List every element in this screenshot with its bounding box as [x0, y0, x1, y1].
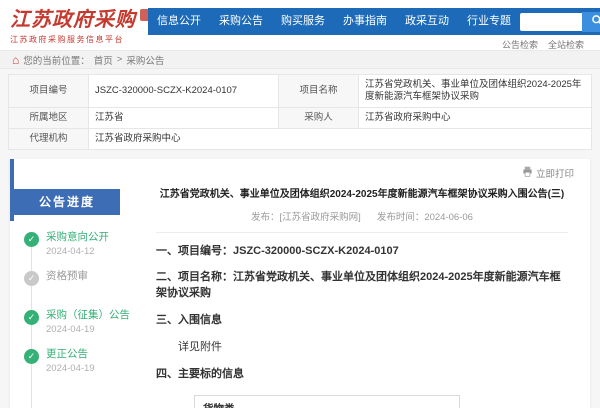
main-navigation: 信息公开 采购公告 购买服务 办事指南 政采互动 行业专题: [148, 8, 600, 35]
breadcrumb: ⌂ 您的当前位置： 首页 > 采购公告: [0, 50, 600, 69]
announcement-body: 江苏省党政机关、事业单位及团体组织2024-2025年度新能源汽车框架协议采购入…: [138, 159, 590, 408]
project-info-table: 项目编号 JSZC-320000-SCZX-K2024-0107 项目名称 江苏…: [8, 74, 592, 150]
announcement-search-link[interactable]: 公告检索: [502, 38, 538, 51]
paragraph-shortlist-info: 三、入围信息: [156, 313, 568, 329]
progress-step-date: 2024-04-19: [46, 363, 138, 374]
paragraph-see-attachment: 详见附件: [156, 340, 568, 356]
site-logo[interactable]: 江苏政府采购 江苏政府采购服务信息平台: [10, 3, 152, 45]
value-project-number: JSZC-320000-SCZX-K2024-0107: [89, 75, 279, 108]
paragraph-project-number: 一、项目编号：JSZC-320000-SCZX-K2024-0107: [156, 244, 568, 260]
nav-item-purchase-services[interactable]: 购买服务: [272, 8, 334, 35]
breadcrumb-current: 采购公告: [126, 53, 164, 67]
progress-step-date: 2024-04-19: [46, 324, 138, 335]
table-row: 所属地区 江苏省 采购人 江苏省政府采购中心: [9, 107, 592, 128]
announcement-card: 立即打印 公告进度 ✓ 采购意向公开 2024-04-12 ✓ 资格预审 ✓ 采…: [10, 159, 590, 408]
search-button[interactable]: [582, 12, 600, 32]
progress-step-label: 采购（征集）公告: [46, 309, 138, 323]
table-row: 项目编号 JSZC-320000-SCZX-K2024-0107 项目名称 江苏…: [9, 75, 592, 108]
check-icon: ✓: [24, 271, 39, 286]
nav-item-service-guide[interactable]: 办事指南: [334, 8, 396, 35]
paragraph-main-subject-info: 四、主要标的信息: [156, 367, 568, 383]
nav-item-procurement-announcements[interactable]: 采购公告: [210, 8, 272, 35]
value-region: 江苏省: [89, 107, 279, 128]
label-project-number: 项目编号: [9, 75, 89, 108]
progress-step-date: 2024-04-12: [46, 246, 138, 257]
progress-step-procurement-announcement[interactable]: ✓ 采购（征集）公告 2024-04-19: [10, 309, 138, 336]
paragraph-project-name: 二、项目名称：江苏省党政机关、事业单位及团体组织2024-2025年度新能源汽车…: [156, 270, 568, 302]
label-purchaser: 采购人: [279, 107, 359, 128]
progress-list: ✓ 采购意向公开 2024-04-12 ✓ 资格预审 ✓ 采购（征集）公告 20…: [10, 231, 138, 375]
breadcrumb-home-link[interactable]: 首页: [94, 53, 113, 67]
table-row: 代理机构 江苏省政府采购中心: [9, 128, 592, 149]
progress-step-prequalification: ✓ 资格预审: [10, 270, 138, 297]
publisher: 发布：[江苏省政府采购网]: [251, 209, 361, 223]
announcement-progress-sidebar: 公告进度 ✓ 采购意向公开 2024-04-12 ✓ 资格预审 ✓ 采购（征集）…: [10, 159, 138, 408]
publish-time: 发布时间：2024-06-06: [377, 209, 473, 223]
progress-step-correction-announcement[interactable]: ✓ 更正公告 2024-04-19: [10, 348, 138, 375]
value-project-name: 江苏省党政机关、事业单位及团体组织2024-2025年度新能源汽车框架协议采购: [359, 75, 592, 108]
check-icon: ✓: [24, 232, 39, 247]
check-icon: ✓: [24, 349, 39, 364]
announcement-title: 江苏省党政机关、事业单位及团体组织2024-2025年度新能源汽车框架协议采购入…: [156, 185, 568, 200]
search-box: [520, 12, 600, 32]
check-icon: ✓: [24, 310, 39, 325]
nav-item-interaction[interactable]: 政采互动: [396, 8, 458, 35]
quick-search-links: 公告检索 全站检索: [502, 38, 584, 51]
progress-step-label: 采购意向公开: [46, 231, 138, 245]
goods-category-header: 货物类: [195, 396, 459, 408]
value-purchaser: 江苏省政府采购中心: [359, 107, 592, 128]
value-agency: 江苏省政府采购中心: [89, 128, 592, 149]
logo-title: 江苏政府采购: [10, 3, 136, 32]
home-icon: ⌂: [12, 54, 19, 66]
printer-icon: [522, 166, 533, 180]
label-project-name: 项目名称: [279, 75, 359, 108]
print-label: 立即打印: [536, 166, 574, 180]
site-search-link[interactable]: 全站检索: [548, 38, 584, 51]
breadcrumb-prefix: 您的当前位置：: [23, 53, 90, 67]
progress-title: 公告进度: [14, 189, 120, 215]
announcement-meta: 发布：[江苏省政府采购网] 发布时间：2024-06-06: [156, 209, 568, 233]
sidebar-accent-bar: [10, 159, 14, 221]
label-region: 所属地区: [9, 107, 89, 128]
nav-item-info-disclosure[interactable]: 信息公开: [148, 8, 210, 35]
search-icon: [591, 14, 600, 29]
top-header: 江苏政府采购 江苏政府采购服务信息平台 信息公开 采购公告 购买服务 办事指南 …: [0, 0, 600, 50]
logo-subtitle: 江苏政府采购服务信息平台: [10, 34, 152, 45]
progress-step-label: 更正公告: [46, 348, 138, 362]
label-agency: 代理机构: [9, 128, 89, 149]
nav-item-special-topics[interactable]: 行业专题: [458, 8, 520, 35]
goods-category-box: 货物类 详见采购文件项目: [194, 395, 460, 408]
progress-step-intention[interactable]: ✓ 采购意向公开 2024-04-12: [10, 231, 138, 258]
print-button[interactable]: 立即打印: [522, 166, 574, 180]
progress-step-label: 资格预审: [46, 270, 138, 284]
breadcrumb-separator: >: [117, 54, 123, 65]
search-input[interactable]: [520, 13, 582, 31]
